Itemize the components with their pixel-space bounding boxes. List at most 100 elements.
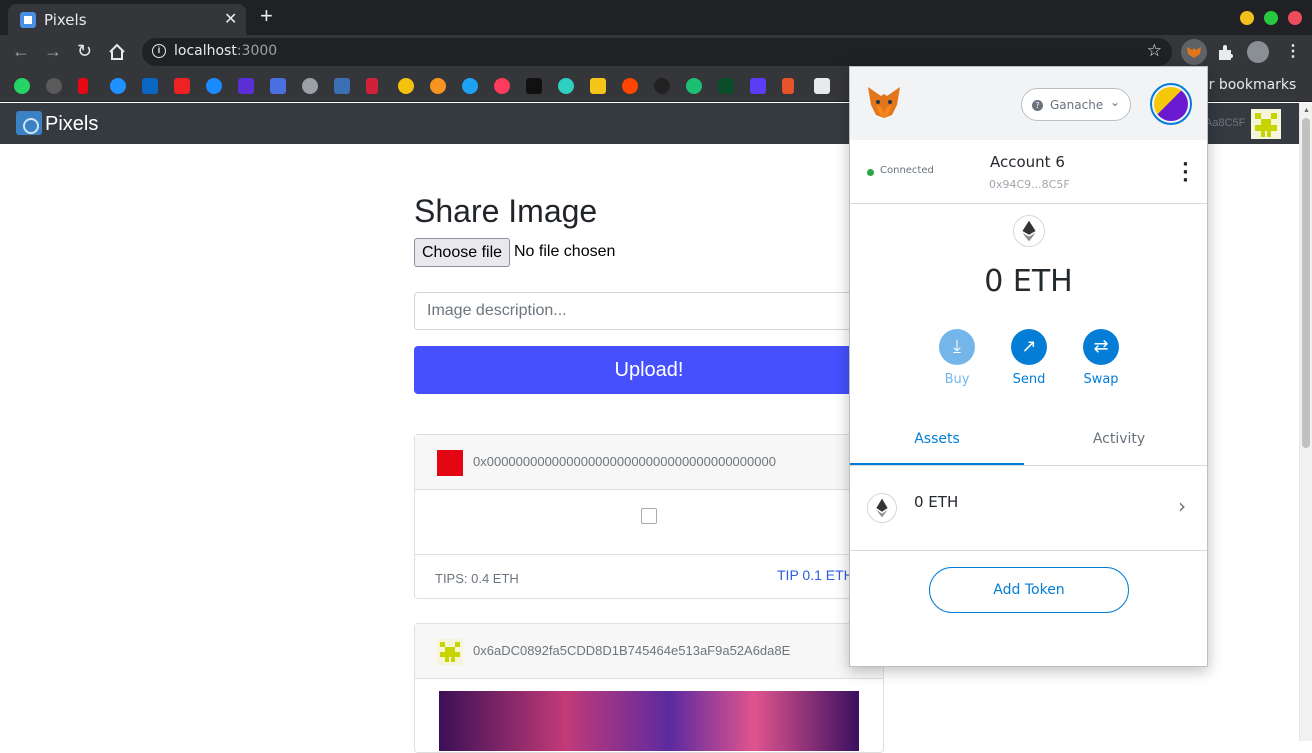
linkedin-bookmark-icon[interactable] bbox=[142, 78, 158, 94]
home-icon[interactable] bbox=[108, 43, 126, 61]
site-info-icon[interactable]: i bbox=[152, 44, 166, 58]
account-identicon-icon bbox=[1251, 109, 1281, 139]
author-identicon-icon bbox=[437, 639, 463, 665]
post-card: 0x00000000000000000000000000000000000000… bbox=[414, 434, 884, 599]
buy-label: Buy bbox=[944, 372, 970, 387]
wave-bookmark-icon[interactable] bbox=[558, 78, 574, 94]
account-address[interactable]: 0x94C9...8C5F bbox=[989, 178, 1070, 191]
asset-tabs: Assets Activity bbox=[850, 418, 1207, 466]
apple-bookmark-icon[interactable] bbox=[302, 78, 318, 94]
metamask-fox-icon bbox=[868, 87, 900, 118]
post-card: 0x6aDC0892fa5CDD8D1B745464e513aF9a52A6da… bbox=[414, 623, 884, 753]
gs-bookmark-icon[interactable] bbox=[270, 78, 286, 94]
brand-name[interactable]: Pixels bbox=[45, 113, 98, 136]
tip-button[interactable]: TIP 0.1 ETH bbox=[777, 567, 854, 583]
tips-amount: TIPS: 0.4 ETH bbox=[435, 571, 519, 586]
x-bookmark-icon[interactable] bbox=[526, 78, 542, 94]
netflix-bookmark-icon[interactable] bbox=[78, 78, 88, 94]
post-card-header: 0x6aDC0892fa5CDD8D1B745464e513aF9a52A6da… bbox=[415, 624, 883, 679]
browser-menu-icon[interactable]: ⋮ bbox=[1285, 41, 1301, 61]
imdb-bookmark-icon[interactable] bbox=[590, 78, 606, 94]
record-bookmark-icon[interactable] bbox=[494, 78, 510, 94]
browser-tab-strip: Pixels ✕ + bbox=[0, 0, 1312, 35]
eth-icon bbox=[1013, 215, 1045, 247]
chevron-down-icon: ⌄ bbox=[1110, 95, 1121, 109]
camera-icon bbox=[16, 111, 42, 135]
new-tab-icon[interactable]: + bbox=[260, 3, 273, 29]
reddit-bookmark-icon[interactable] bbox=[622, 78, 638, 94]
close-window-button[interactable] bbox=[1288, 11, 1302, 25]
author-identicon-icon bbox=[437, 450, 463, 476]
u-bookmark-icon[interactable] bbox=[238, 78, 254, 94]
browser-toolbar: ← → ↻ i localhost:3000 ☆ ⋮ bbox=[0, 35, 1312, 70]
post-author-address: 0x00000000000000000000000000000000000000… bbox=[473, 454, 776, 469]
other-bookmarks[interactable]: er bookmarks bbox=[1200, 77, 1296, 93]
metamask-extension-icon[interactable] bbox=[1181, 39, 1207, 65]
chevron-right-icon: › bbox=[1178, 494, 1186, 518]
page-scrollbar[interactable]: ▲ bbox=[1299, 103, 1312, 741]
tab-close-icon[interactable]: ✕ bbox=[224, 9, 237, 29]
account-name[interactable]: Account 6 bbox=[990, 153, 1065, 171]
doc-bookmark-icon[interactable] bbox=[814, 78, 830, 94]
metamask-popup: ? Ganache ⌄ Connected Account 6 0x94C9..… bbox=[849, 66, 1208, 667]
bookmark-star-icon[interactable]: ☆ bbox=[1147, 41, 1162, 61]
arrow-up-right-icon: ↗ bbox=[1011, 329, 1047, 365]
hackerrank-bookmark-icon[interactable] bbox=[718, 78, 734, 94]
fiverr-bookmark-icon[interactable] bbox=[686, 78, 702, 94]
url-text: localhost:3000 bbox=[174, 43, 278, 59]
post-card-footer: TIPS: 0.4 ETH TIP 0.1 ETH bbox=[415, 554, 883, 599]
buy-button[interactable]: ⤓ Buy bbox=[927, 329, 987, 387]
swap-icon: ⇄ bbox=[1083, 329, 1119, 365]
chart-bookmark-icon[interactable] bbox=[334, 78, 350, 94]
whatsapp-bookmark-icon[interactable] bbox=[14, 78, 30, 94]
send-button[interactable]: ↗ Send bbox=[999, 329, 1059, 387]
upload-button[interactable]: Upload! bbox=[414, 346, 884, 394]
shield-bookmark-icon[interactable] bbox=[398, 78, 414, 94]
forward-arrow-icon[interactable]: → bbox=[44, 41, 62, 62]
swap-button[interactable]: ⇄ Swap bbox=[1071, 329, 1131, 387]
reload-icon[interactable]: ↻ bbox=[77, 41, 92, 62]
scroll-up-icon[interactable]: ▲ bbox=[1303, 107, 1310, 114]
edge-bookmark-icon[interactable] bbox=[206, 78, 222, 94]
share-image-title: Share Image bbox=[414, 193, 598, 229]
balance-amount: 0 ETH bbox=[984, 264, 1073, 299]
profile-avatar[interactable] bbox=[1247, 41, 1269, 63]
maximize-window-button[interactable] bbox=[1264, 11, 1278, 25]
account-avatar[interactable] bbox=[1150, 83, 1192, 125]
minimize-window-button[interactable] bbox=[1240, 11, 1254, 25]
nav-account-address: Aa8C5F bbox=[1205, 117, 1246, 129]
eth-icon bbox=[867, 493, 897, 523]
post-image bbox=[439, 691, 859, 751]
stack-bookmark-icon[interactable] bbox=[782, 78, 794, 94]
help-icon: ? bbox=[1032, 100, 1043, 111]
account-section: Connected Account 6 0x94C9...8C5F · · · bbox=[850, 140, 1207, 204]
twitter-bookmark-icon[interactable] bbox=[462, 78, 478, 94]
play-bookmark-icon[interactable] bbox=[110, 78, 126, 94]
swiggy-bookmark-icon[interactable] bbox=[430, 78, 446, 94]
choose-file-button[interactable]: Choose file bbox=[414, 238, 510, 267]
download-icon: ⤓ bbox=[939, 329, 975, 365]
network-selector[interactable]: ? Ganache ⌄ bbox=[1021, 88, 1131, 121]
broken-image-icon bbox=[641, 508, 657, 524]
image-description-input[interactable] bbox=[414, 292, 884, 330]
network-label: Ganache bbox=[1050, 98, 1104, 112]
back-arrow-icon[interactable]: ← bbox=[12, 41, 30, 62]
extensions-puzzle-icon[interactable] bbox=[1216, 44, 1234, 62]
asset-row-eth[interactable]: 0 ETH › bbox=[850, 466, 1207, 551]
c-bookmark-icon[interactable] bbox=[750, 78, 766, 94]
u-red-bookmark-icon[interactable] bbox=[366, 78, 378, 94]
tab-activity[interactable]: Activity bbox=[1029, 418, 1209, 465]
dark-bookmark-icon[interactable] bbox=[654, 78, 670, 94]
account-menu-icon[interactable]: · · · bbox=[1182, 156, 1189, 190]
address-bar[interactable]: i localhost:3000 ☆ bbox=[142, 38, 1172, 66]
no-file-chosen-label: No file chosen bbox=[514, 243, 616, 260]
swap-label: Swap bbox=[1083, 372, 1119, 387]
scrollbar-thumb[interactable] bbox=[1302, 118, 1310, 448]
add-token-button[interactable]: Add Token bbox=[929, 567, 1129, 613]
browser-tab[interactable]: Pixels ✕ bbox=[8, 4, 246, 35]
t-bookmark-icon[interactable] bbox=[174, 78, 190, 94]
tab-assets[interactable]: Assets bbox=[850, 418, 1024, 465]
github-bookmark-icon[interactable] bbox=[46, 78, 62, 94]
connection-status[interactable]: Connected bbox=[880, 165, 934, 176]
post-author-address: 0x6aDC0892fa5CDD8D1B745464e513aF9a52A6da… bbox=[473, 643, 791, 658]
